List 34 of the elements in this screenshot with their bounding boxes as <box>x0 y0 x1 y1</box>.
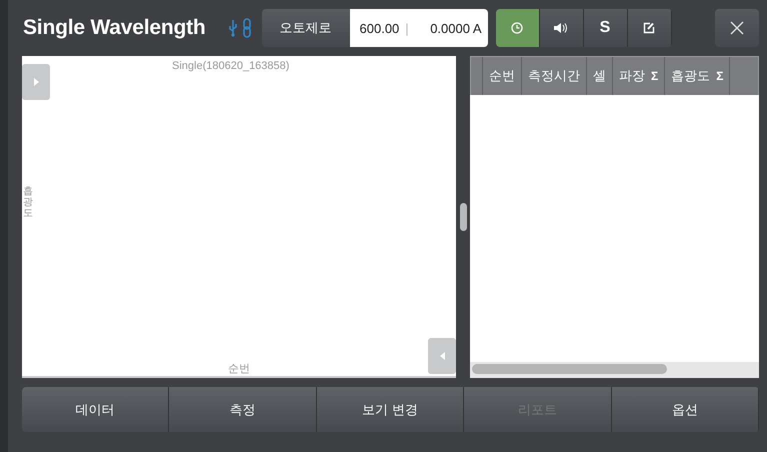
edit-icon <box>643 22 656 34</box>
window-title: Single Wavelength <box>23 16 206 40</box>
s-button[interactable]: S <box>584 9 628 47</box>
menu-button[interactable]: 측정 <box>169 387 317 432</box>
absorbance-value: 0.0000 A <box>430 20 482 36</box>
column-header[interactable]: 흡광도 Σ <box>665 57 730 95</box>
triangle-left-icon <box>440 352 444 360</box>
close-icon <box>730 21 744 35</box>
sum-symbol: Σ <box>716 69 724 83</box>
clock-button[interactable] <box>496 9 540 47</box>
column-header[interactable]: 파장 Σ <box>613 57 666 95</box>
menu-button[interactable]: 보기 변경 <box>316 387 464 432</box>
clock-icon <box>511 22 524 34</box>
scrollbar-thumb[interactable] <box>472 364 667 374</box>
chart-title: Single(180620_163858) <box>172 60 290 72</box>
close-button[interactable] <box>715 9 759 47</box>
splitter-handle[interactable] <box>460 203 466 231</box>
menu-button[interactable]: 옵션 <box>612 387 759 432</box>
sum-symbol: Σ <box>651 69 658 83</box>
speaker-button[interactable] <box>540 9 584 47</box>
link-icon <box>242 18 252 38</box>
speaker-icon <box>553 22 570 34</box>
y-axis-label: 흡광도 <box>23 186 33 219</box>
x-axis-label: 순번 <box>228 362 250 376</box>
edit-button[interactable] <box>628 9 672 47</box>
autozero-button[interactable]: 오토제로 <box>262 9 350 47</box>
column-header[interactable]: 순번 <box>483 57 522 95</box>
triangle-right-icon <box>34 78 38 86</box>
menu-button[interactable]: 데이터 <box>22 387 170 432</box>
column-header[interactable]: 셀 <box>587 57 613 95</box>
separator: | <box>405 20 409 36</box>
wavelength-value: 600.00 <box>360 20 400 36</box>
usb-icon <box>228 19 238 37</box>
column-header[interactable]: 측정시간 <box>522 57 587 95</box>
